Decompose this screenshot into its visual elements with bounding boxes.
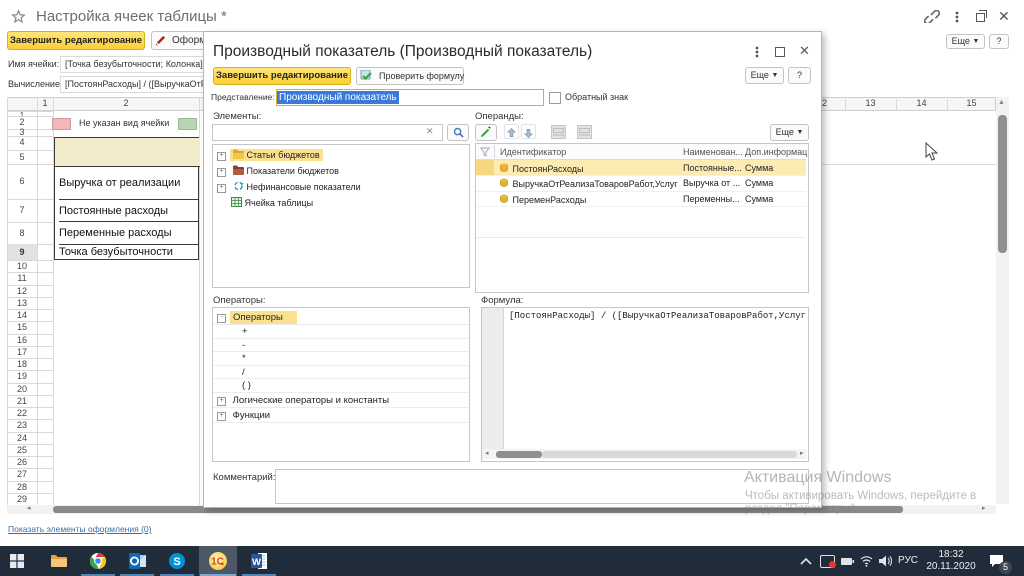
svg-text:S: S xyxy=(173,556,180,568)
svg-text:W: W xyxy=(252,557,261,568)
svg-text:1С: 1С xyxy=(211,557,224,568)
